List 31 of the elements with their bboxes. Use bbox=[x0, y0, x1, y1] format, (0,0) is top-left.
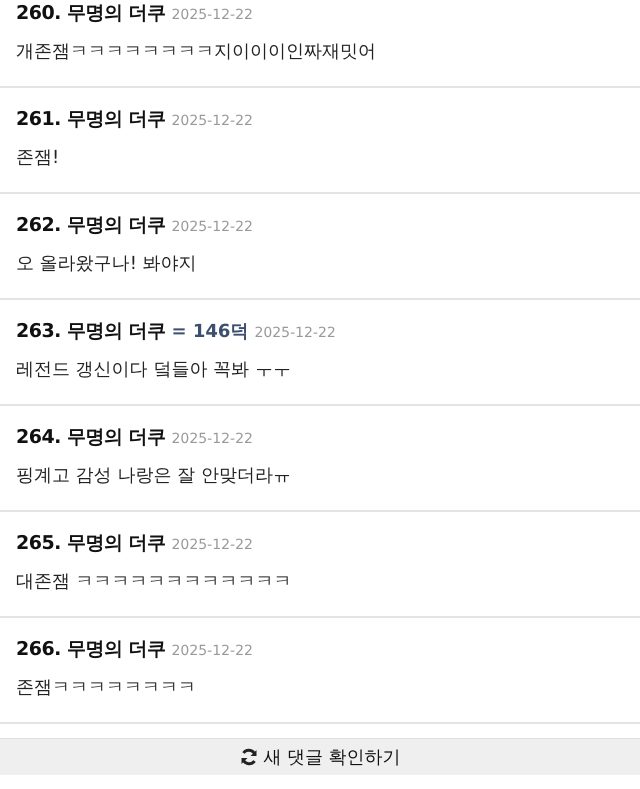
comment-text: 존잼! bbox=[16, 146, 60, 170]
comment-date: 2025-12-22 bbox=[172, 537, 253, 553]
comment-date: 2025-12-22 bbox=[172, 643, 253, 659]
comment-date: 2025-12-22 bbox=[254, 325, 336, 341]
points-label: = 146덕 bbox=[172, 320, 248, 343]
comment-number: 260. bbox=[16, 2, 61, 24]
comment-author: 무명의 더쿠 bbox=[66, 531, 166, 556]
comment-number: 261. bbox=[16, 108, 61, 130]
comment-text: 개존잼ㅋㅋㅋㅋㅋㅋㅋㅋ지이이이인짜재밋어 bbox=[16, 40, 377, 64]
comment-author: 무명의 더쿠 bbox=[66, 425, 166, 450]
comment-text: 오 올라왔구나! 봐야지 bbox=[16, 252, 198, 276]
comment-author: 무명의 더쿠 bbox=[66, 319, 166, 344]
comment-date: 2025-12-22 bbox=[172, 7, 253, 23]
comment-date: 2025-12-22 bbox=[172, 431, 253, 447]
comment-number: 262. bbox=[16, 214, 61, 236]
comment-number: 264. bbox=[16, 426, 61, 448]
comment-text: 핑계고 감성 나랑은 잘 안맞더라ㅠ bbox=[16, 464, 292, 488]
comment-author: 무명의 더쿠 bbox=[66, 107, 166, 132]
comment-author: 무명의 더쿠 bbox=[66, 1, 166, 26]
comment-number: 263. bbox=[16, 320, 61, 342]
comment-text: 대존잼 ㅋㅋㅋㅋㅋㅋㅋㅋㅋㅋㅋㅋ bbox=[16, 570, 293, 594]
comment-author: 무명의 더쿠 bbox=[66, 213, 166, 238]
comment-date: 2025-12-22 bbox=[172, 219, 253, 235]
comment-number: 266. bbox=[16, 638, 61, 660]
comment-date: 2025-12-22 bbox=[172, 113, 253, 129]
comment-text: 레전드 갱신이다 덬들아 꼭봐 ㅜㅜ bbox=[16, 358, 292, 382]
refresh-icon bbox=[239, 747, 260, 767]
comment-text: 존잼ㅋㅋㅋㅋㅋㅋㅋㅋ bbox=[16, 676, 197, 700]
comment-number: 265. bbox=[16, 532, 61, 554]
refresh-button[interactable]: 새 댓글 확인하기 bbox=[0, 738, 640, 775]
comment-author: 무명의 더쿠 bbox=[66, 637, 166, 662]
